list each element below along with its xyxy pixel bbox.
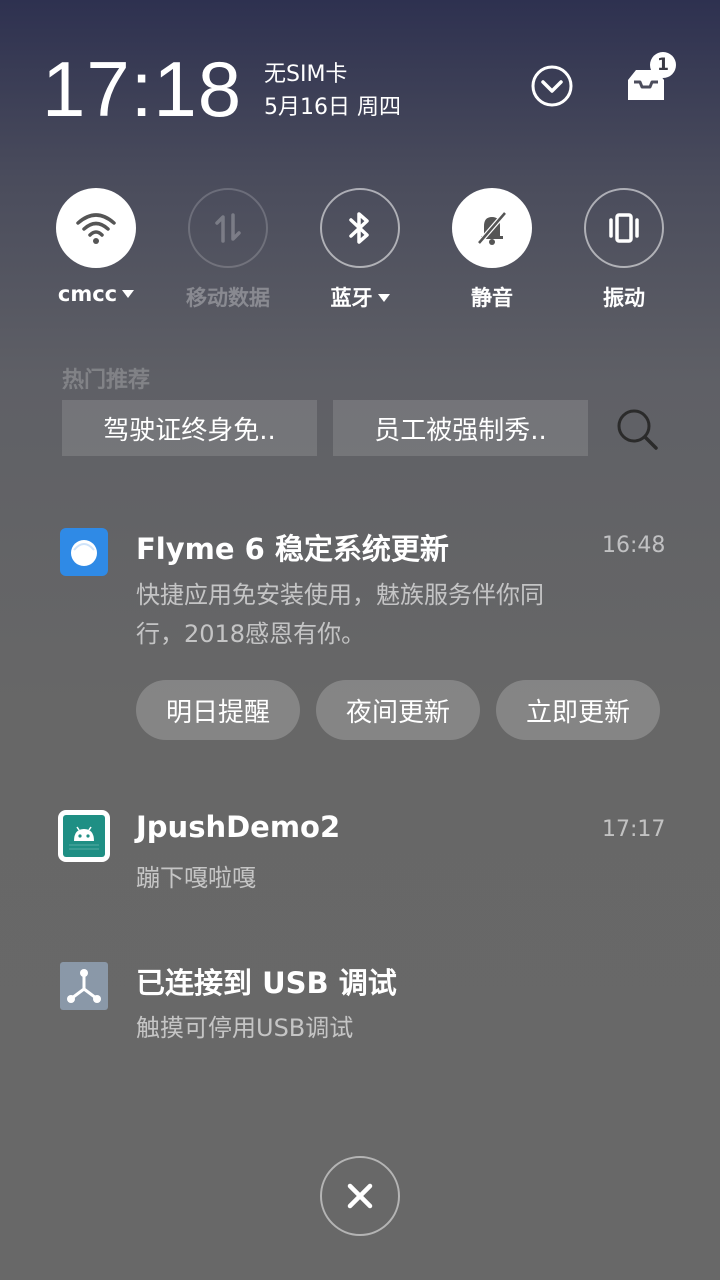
notification-title: 已连接到 USB 调试 xyxy=(136,966,397,1000)
search-icon xyxy=(617,409,658,450)
caret-down-icon xyxy=(122,290,135,298)
mobile-data-label: 移动数据 xyxy=(186,286,270,310)
bluetooth-toggle-label: 蓝牙 xyxy=(294,282,426,312)
vibrate-toggle[interactable] xyxy=(584,188,664,268)
mute-bell-icon xyxy=(477,211,507,245)
notification-badge: 1 xyxy=(650,52,676,78)
mobile-data-icon xyxy=(215,213,241,243)
wifi-toggle-label: cmcc xyxy=(30,282,162,306)
update-now-button[interactable]: 立即更新 xyxy=(496,680,660,740)
notification-jpush[interactable] xyxy=(58,810,110,862)
mute-label: 静音 xyxy=(471,286,513,310)
hot-recommend-title: 热门推荐 xyxy=(62,368,151,393)
bluetooth-toggle[interactable] xyxy=(320,188,400,268)
search-button[interactable] xyxy=(612,404,662,454)
hot-chip[interactable]: 员工被强制秀.. xyxy=(333,400,588,456)
usb-debug-icon xyxy=(67,969,101,1003)
bluetooth-icon xyxy=(349,212,369,244)
mute-toggle[interactable] xyxy=(452,188,532,268)
carrier-label: 无SIM卡 xyxy=(264,62,348,87)
hot-chip[interactable]: 驾驶证终身免.. xyxy=(62,400,317,456)
notification-time: 16:48 xyxy=(602,533,666,558)
caret-down-icon xyxy=(377,294,390,302)
remind-tomorrow-button[interactable]: 明日提醒 xyxy=(136,680,300,740)
notification-center-button[interactable]: 1 xyxy=(622,52,676,108)
date-label: 5月16日 周四 xyxy=(264,95,401,120)
wifi-label-text: cmcc xyxy=(57,282,118,306)
notification-body: 行，2018感恩有你。 xyxy=(136,620,366,648)
android-app-icon xyxy=(63,815,105,857)
vibrate-icon xyxy=(609,213,639,243)
mobile-data-toggle[interactable] xyxy=(188,188,268,268)
notification-body: 快捷应用免安装使用，魅族服务伴你同 xyxy=(136,581,544,609)
notification-usb-debug[interactable] xyxy=(60,962,108,1010)
chevron-down-circle-icon xyxy=(531,65,573,107)
notification-time: 17:17 xyxy=(602,817,666,842)
notification-body: 蹦下嘎啦嘎 xyxy=(136,864,256,892)
close-icon xyxy=(347,1183,373,1209)
notification-flyme-update[interactable] xyxy=(60,528,108,576)
notification-title: Flyme 6 稳定系统更新 xyxy=(136,532,449,566)
update-at-night-button[interactable]: 夜间更新 xyxy=(316,680,480,740)
clock: 17:18 xyxy=(42,45,243,133)
wifi-icon xyxy=(76,213,116,244)
flyme-update-icon xyxy=(60,528,108,576)
vibrate-label: 振动 xyxy=(603,286,645,310)
notification-title: JpushDemo2 xyxy=(136,810,341,844)
clear-all-button[interactable] xyxy=(320,1156,400,1236)
notification-body: 触摸可停用USB调试 xyxy=(136,1014,354,1042)
wifi-toggle[interactable] xyxy=(56,188,136,268)
expand-button[interactable] xyxy=(528,62,576,110)
bluetooth-label-text: 蓝牙 xyxy=(330,286,373,310)
